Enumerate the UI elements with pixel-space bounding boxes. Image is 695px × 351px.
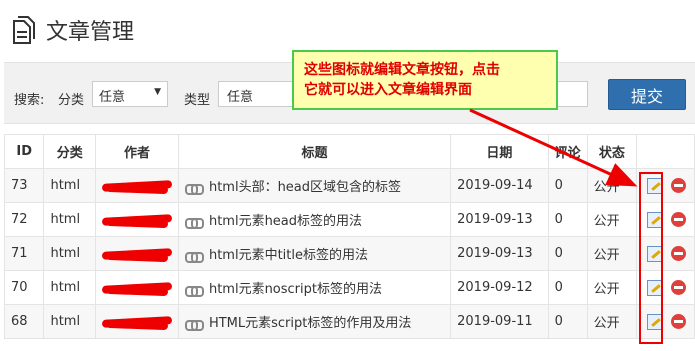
delete-icon[interactable] [671,246,687,261]
article-title-link[interactable]: html元素noscript标签的用法 [209,282,382,297]
col-actions-header [636,134,695,169]
table-row: 73 html html头部：head区域包含的标签 2019-09-14 0 … [3,168,695,203]
cell-status: 公开 [586,304,638,339]
link-icon[interactable] [184,217,204,229]
col-date-header[interactable]: 日期 [450,134,549,169]
cell-author [94,270,179,305]
search-label: 搜索: [14,93,45,108]
cell-title: html元素noscript标签的用法 [177,270,452,305]
cell-id: 72 [3,202,45,237]
cell-id: 73 [3,168,45,203]
redaction-scribble [101,213,173,228]
callout-line-2: 它就可以进入文章编辑界面 [304,82,472,98]
link-icon[interactable] [184,183,204,195]
cell-id: 71 [3,236,45,271]
cell-date: 2019-09-11 [450,304,549,339]
col-comments-header[interactable]: 评论 [547,134,588,169]
cell-date: 2019-09-13 [450,202,549,237]
table-header-row: ID 分类 作者 标题 日期 评论 状态 [3,134,695,169]
cell-title: html头部：head区域包含的标签 [177,168,452,203]
cell-status: 公开 [586,202,638,237]
article-title-link[interactable]: HTML元素script标签的作用及用法 [209,316,411,331]
col-status-header[interactable]: 状态 [586,134,638,169]
cell-title: html元素中title标签的用法 [177,236,452,271]
document-icon [10,15,38,45]
col-author-header[interactable]: 作者 [94,134,179,169]
cell-comments: 0 [547,236,588,271]
annotation-highlight-box [639,172,663,344]
chevron-down-icon: ▼ [154,87,161,97]
cell-date: 2019-09-12 [450,270,549,305]
cell-date: 2019-09-14 [450,168,549,203]
cell-id: 68 [3,304,45,339]
col-category-header[interactable]: 分类 [43,134,96,169]
link-icon[interactable] [184,319,204,331]
cell-status: 公开 [586,270,638,305]
cell-author [94,304,179,339]
redaction-scribble [101,315,173,330]
category-select-value: 任意 [99,90,126,105]
delete-icon[interactable] [671,212,687,227]
delete-icon[interactable] [671,280,687,295]
cell-author [94,202,179,237]
cell-status: 公开 [586,168,638,203]
link-icon[interactable] [184,285,204,297]
cell-comments: 0 [547,202,588,237]
cell-category: html [43,168,96,203]
cell-category: html [43,202,96,237]
cell-title: html元素head标签的用法 [177,202,452,237]
cell-date: 2019-09-13 [450,236,549,271]
redaction-scribble [101,179,173,194]
table-row: 68 html HTML元素script标签的作用及用法 2019-09-11 … [3,304,695,339]
page-header: 文章管理 [10,14,134,46]
category-select[interactable]: 任意 ▼ [92,81,168,107]
page-title: 文章管理 [46,20,135,45]
submit-button[interactable]: 提交 [608,79,686,110]
cell-comments: 0 [547,270,588,305]
table-row: 71 html html元素中title标签的用法 2019-09-13 0 公… [3,236,695,271]
cell-status: 公开 [586,236,638,271]
col-title-header[interactable]: 标题 [177,134,452,169]
redaction-scribble [101,281,173,296]
link-icon[interactable] [184,251,204,263]
delete-icon[interactable] [671,178,687,193]
search-input[interactable] [556,81,588,107]
category-label: 分类 [58,93,85,108]
annotation-callout: 这些图标就编辑文章按钮，点击 它就可以进入文章编辑界面 [292,50,558,110]
cell-category: html [43,236,96,271]
article-title-link[interactable]: html元素中title标签的用法 [209,248,368,263]
type-input[interactable]: 任意 [218,81,298,107]
article-title-link[interactable]: html元素head标签的用法 [209,214,362,229]
cell-id: 70 [3,270,45,305]
cell-author [94,168,179,203]
article-title-link[interactable]: html头部：head区域包含的标签 [209,180,401,195]
type-label: 类型 [184,93,211,108]
redaction-scribble [101,247,173,262]
table-row: 70 html html元素noscript标签的用法 2019-09-12 0… [3,270,695,305]
cell-author [94,236,179,271]
type-input-value: 任意 [227,90,254,105]
article-table: ID 分类 作者 标题 日期 评论 状态 73 html html头部：head… [3,134,695,339]
cell-category: html [43,270,96,305]
delete-icon[interactable] [671,314,687,329]
cell-comments: 0 [547,168,588,203]
table-row: 72 html html元素head标签的用法 2019-09-13 0 公开 [3,202,695,237]
article-management-page: 文章管理 搜索: 分类 任意 ▼ 类型 任意 提交 这些图标就编辑文章按钮，点击… [0,0,695,351]
col-id-header[interactable]: ID [3,134,45,169]
cell-comments: 0 [547,304,588,339]
cell-title: HTML元素script标签的作用及用法 [177,304,452,339]
callout-line-1: 这些图标就编辑文章按钮，点击 [304,62,500,78]
cell-category: html [43,304,96,339]
